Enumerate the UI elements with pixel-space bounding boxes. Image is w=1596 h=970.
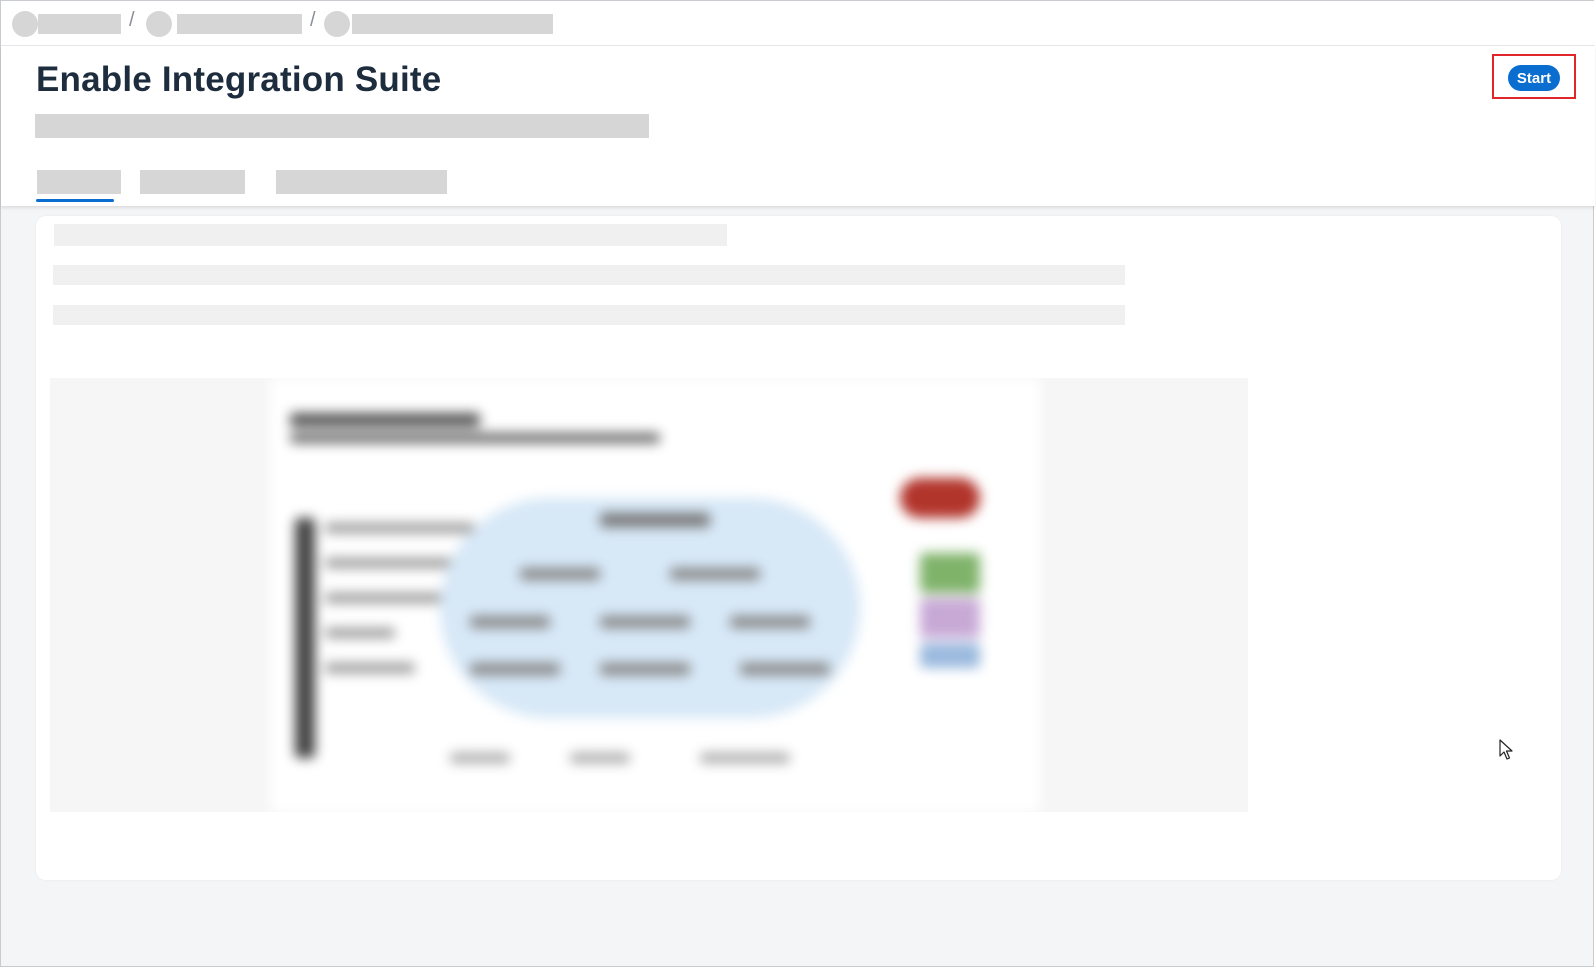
breadcrumb-item-icon (146, 11, 172, 37)
mouse-cursor-icon (1499, 739, 1513, 760)
content-heading-redacted (54, 224, 727, 246)
tab-third[interactable] (276, 170, 447, 194)
breadcrumb-home-icon[interactable] (12, 11, 38, 37)
start-button[interactable]: Start (1508, 65, 1560, 91)
breadcrumb-separator: / (129, 9, 135, 31)
page-title: Enable Integration Suite (36, 60, 442, 99)
start-button-highlight: Start (1492, 54, 1576, 99)
page-header: Enable Integration Suite Start (1, 46, 1595, 206)
page-subtitle-redacted (35, 114, 649, 138)
app-frame: / / Enable Integration Suite Start (0, 0, 1595, 967)
content-card (36, 216, 1561, 880)
content-paragraph-line (53, 265, 1125, 285)
content-paragraph-line (53, 305, 1125, 325)
breadcrumb: / / (1, 1, 1595, 46)
tab-overview[interactable] (37, 170, 121, 194)
breadcrumb-item-redacted (352, 14, 553, 34)
breadcrumb-item-redacted[interactable] (38, 14, 121, 34)
breadcrumb-item-redacted[interactable] (177, 14, 302, 34)
overview-image (50, 378, 1248, 812)
overview-image-blurred-diagram (270, 378, 1040, 812)
breadcrumb-separator: / (310, 9, 316, 31)
tab-active-indicator (36, 199, 114, 202)
breadcrumb-item-icon (324, 11, 350, 37)
tab-second[interactable] (140, 170, 245, 194)
